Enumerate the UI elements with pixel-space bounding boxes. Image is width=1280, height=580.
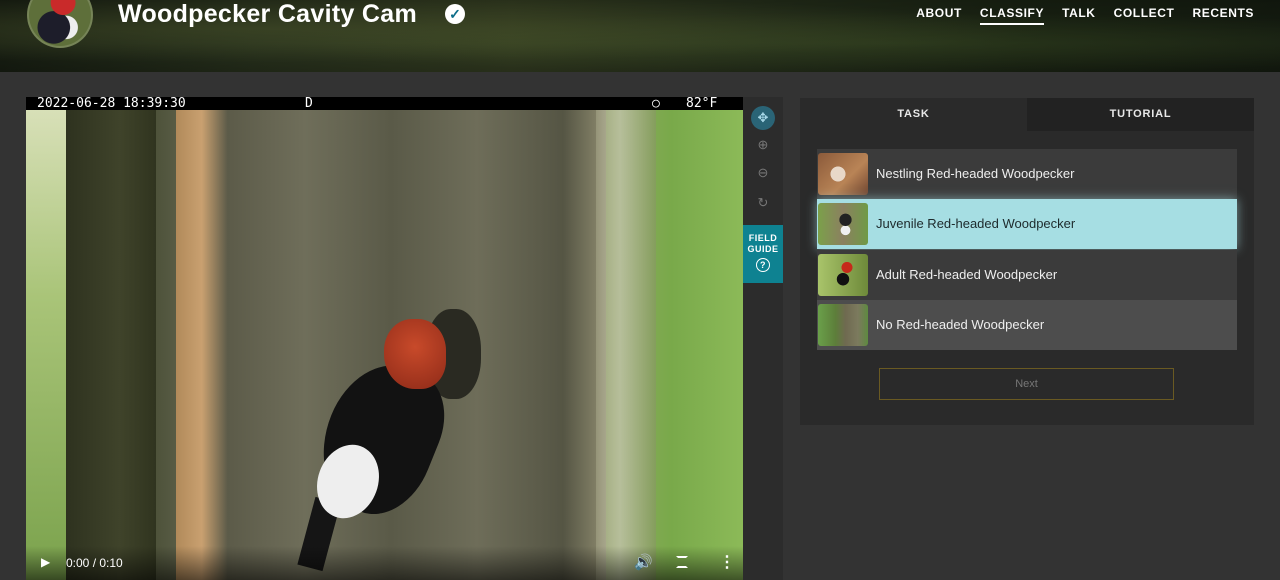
answer-juvenile[interactable]: Juvenile Red-headed Woodpecker bbox=[817, 199, 1237, 249]
nav-talk[interactable]: TALK bbox=[1062, 6, 1096, 25]
subject-video[interactable]: 2022-06-28 18:39:30 D ○ 82°F ▶ 0:00 / 0:… bbox=[26, 97, 743, 580]
answer-label: No Red-headed Woodpecker bbox=[876, 317, 1045, 332]
scene-grass bbox=[26, 109, 66, 580]
move-icon[interactable]: ✥ bbox=[751, 106, 775, 130]
overlay-datetime: 2022-06-28 18:39:30 bbox=[37, 97, 186, 111]
answer-none[interactable]: No Red-headed Woodpecker bbox=[817, 300, 1237, 350]
nav-collect[interactable]: COLLECT bbox=[1114, 6, 1175, 25]
answer-label: Nestling Red-headed Woodpecker bbox=[876, 166, 1075, 181]
camera-overlay: 2022-06-28 18:39:30 D ○ 82°F bbox=[26, 97, 743, 110]
answer-adult[interactable]: Adult Red-headed Woodpecker bbox=[817, 250, 1237, 300]
video-controls: ▶ 0:00 / 0:10 🔊 ⋮ bbox=[26, 546, 743, 580]
rotate-icon[interactable]: ↻ bbox=[751, 191, 775, 215]
answer-thumbnail bbox=[818, 203, 868, 245]
task-tabs: TASK TUTORIAL bbox=[800, 98, 1254, 131]
answer-thumbnail bbox=[818, 254, 868, 296]
field-guide-label-1: FIELD bbox=[748, 233, 778, 243]
help-icon: ? bbox=[756, 258, 770, 272]
field-guide-button[interactable]: FIELD GUIDE ? bbox=[743, 225, 783, 283]
more-vertical-icon[interactable]: ⋮ bbox=[719, 552, 735, 572]
project-avatar[interactable] bbox=[27, 0, 93, 48]
field-guide-label-2: GUIDE bbox=[747, 244, 779, 254]
nav-classify[interactable]: CLASSIFY bbox=[979, 6, 1045, 25]
check-badge-icon: ✓ bbox=[445, 4, 465, 24]
main-nav: ABOUT CLASSIFY TALK COLLECT RECENTS bbox=[916, 6, 1254, 25]
image-toolbar: ✥ ⊕ ⊖ ↻ FIELD GUIDE ? bbox=[743, 97, 783, 580]
project-title[interactable]: Woodpecker Cavity Cam bbox=[118, 0, 417, 28]
tab-task[interactable]: TASK bbox=[800, 98, 1027, 131]
nav-about[interactable]: ABOUT bbox=[916, 6, 962, 25]
scene-fence bbox=[596, 109, 656, 580]
video-frame bbox=[26, 109, 743, 580]
next-button[interactable]: Next bbox=[879, 368, 1174, 400]
overlay-mode: D bbox=[305, 97, 313, 111]
tab-tutorial[interactable]: TUTORIAL bbox=[1027, 98, 1254, 131]
video-time: 0:00 / 0:10 bbox=[66, 556, 123, 570]
overlay-temperature: 82°F bbox=[686, 97, 718, 111]
answer-label: Juvenile Red-headed Woodpecker bbox=[876, 216, 1076, 231]
bird-head bbox=[384, 319, 446, 389]
fullscreen-icon[interactable] bbox=[676, 556, 688, 568]
scene-post bbox=[66, 109, 156, 580]
answer-label: Adult Red-headed Woodpecker bbox=[876, 267, 1058, 282]
task-panel: TASK TUTORIAL Nestling Red-headed Woodpe… bbox=[800, 98, 1254, 425]
play-icon[interactable]: ▶ bbox=[41, 555, 50, 569]
answer-nestling[interactable]: Nestling Red-headed Woodpecker bbox=[817, 149, 1237, 199]
answer-thumbnail bbox=[818, 153, 868, 195]
zoom-in-icon[interactable]: ⊕ bbox=[751, 133, 775, 157]
zoom-out-icon[interactable]: ⊖ bbox=[751, 161, 775, 185]
volume-icon[interactable]: 🔊 bbox=[634, 553, 653, 571]
overlay-moon-icon: ○ bbox=[652, 97, 660, 111]
site-header: Woodpecker Cavity Cam ✓ ABOUT CLASSIFY T… bbox=[0, 0, 1280, 72]
answer-thumbnail bbox=[818, 304, 868, 346]
nav-recents[interactable]: RECENTS bbox=[1192, 6, 1254, 25]
